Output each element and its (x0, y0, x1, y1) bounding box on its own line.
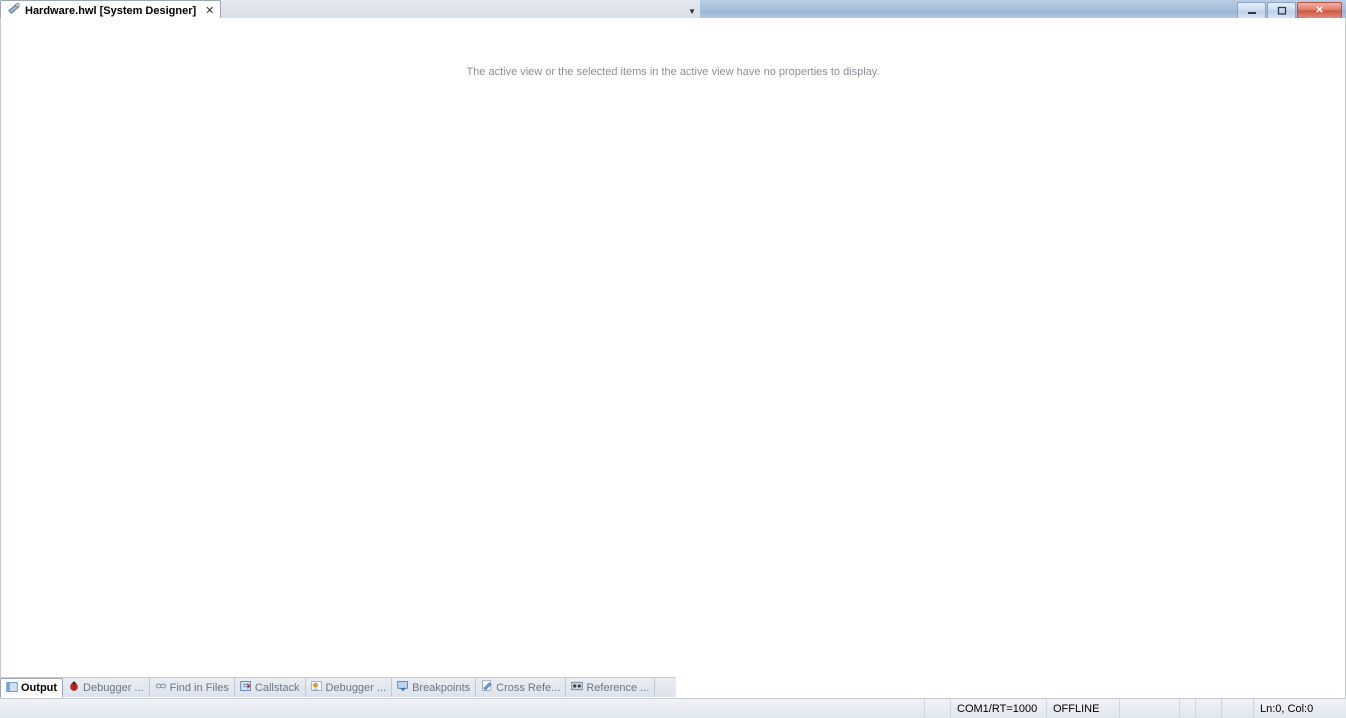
dock-tab-breakpoints[interactable]: Breakpoints (392, 678, 477, 697)
minimize-button[interactable] (1237, 2, 1266, 19)
output-panel-icon (6, 681, 18, 696)
window-controls: ✕ (1237, 2, 1342, 19)
status-cursor-position: Ln:0, Col:0 (1260, 702, 1314, 715)
dock-tab-breakpoints-label: Breakpoints (412, 681, 471, 694)
dock-tab-debugger-2[interactable]: Debugger ... (306, 678, 393, 697)
hardware-file-icon (7, 2, 21, 19)
status-cell-6 (1180, 698, 1196, 718)
breakpoints-icon (397, 680, 409, 695)
output-dock-tabstrip: Output Debugger ... Find in Files Callst… (0, 677, 676, 698)
close-icon[interactable]: ✕ (205, 4, 214, 17)
dock-tab-debugger-1[interactable]: Debugger ... (63, 678, 150, 697)
dock-tab-find-in-files[interactable]: Find in Files (150, 678, 235, 697)
find-in-files-icon (155, 680, 167, 695)
dock-tab-debugger-1-label: Debugger ... (83, 681, 144, 694)
dock-tab-find-in-files-label: Find in Files (169, 681, 229, 694)
dock-tab-output-label: Output (21, 682, 58, 694)
automation-studio-window: C:\Users\Jan\Desktop\ros_powerlink_tutor… (0, 0, 1346, 718)
debugger-bug-icon (68, 680, 80, 695)
cross-reference-icon (481, 680, 493, 695)
status-cell-2 (925, 698, 951, 718)
dock-tab-debugger-2-label: Debugger ... (325, 681, 387, 694)
dock-tab-cross-reference-label: Cross Refe... (496, 681, 561, 694)
callstack-icon (240, 680, 252, 695)
property-empty-message: The active view or the selected items in… (466, 66, 880, 78)
dock-tab-callstack-label: Callstack (254, 681, 300, 694)
dock-tab-reference-label: Reference ... (586, 681, 650, 694)
status-connection-state: OFFLINE (1047, 698, 1120, 718)
dock-tab-cross-reference[interactable]: Cross Refe... (476, 678, 567, 697)
status-cell-5 (1120, 698, 1180, 718)
status-message (0, 699, 855, 718)
status-cell-1 (855, 698, 925, 718)
status-cell-8 (1222, 698, 1254, 718)
dock-tab-reference[interactable]: Reference ... (566, 678, 656, 697)
status-com-port: COM1/RT=1000 (951, 698, 1047, 718)
status-cell-7 (1196, 698, 1222, 718)
dock-tab-output[interactable]: Output (0, 678, 64, 698)
chevron-down-icon[interactable]: ▼ (688, 7, 696, 16)
reference-icon (571, 680, 583, 695)
close-button[interactable]: ✕ (1297, 2, 1342, 19)
debugger-watch-icon (310, 680, 323, 695)
dock-tab-callstack[interactable]: Callstack (235, 678, 306, 697)
editor-tab-label: Hardware.hwl [System Designer] (25, 4, 197, 17)
maximize-button[interactable] (1267, 2, 1296, 19)
property-window-body: The active view or the selected items in… (0, 18, 1346, 718)
status-bar: COM1/RT=1000 OFFLINE Ln:0, Col:0 (0, 698, 1346, 718)
